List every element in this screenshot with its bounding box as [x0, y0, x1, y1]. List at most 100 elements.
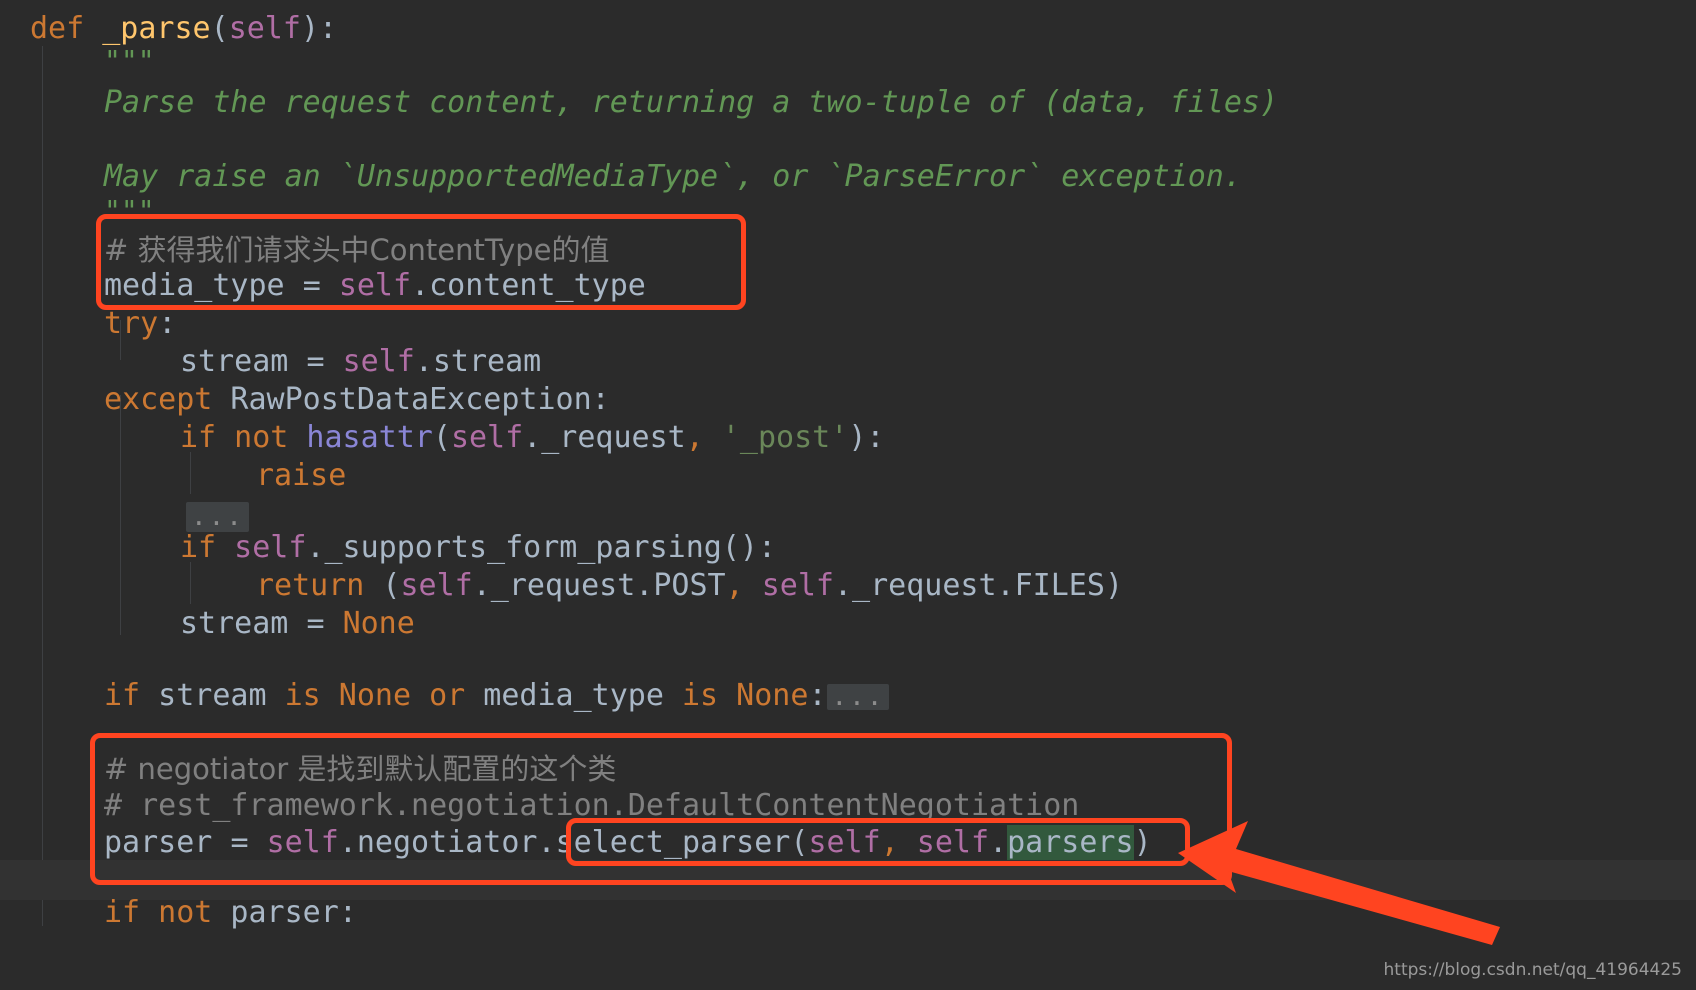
- token-keyword-if: if: [104, 895, 141, 930]
- indent-guide-level-3: [190, 452, 191, 494]
- token-docstring-open: """: [104, 44, 155, 77]
- token-self: self: [342, 344, 415, 379]
- code-line-13[interactable]: raise: [256, 457, 346, 495]
- token-dot-2: .: [989, 825, 1008, 860]
- token-var-parser: parser: [212, 895, 339, 930]
- token-keyword-def: def: [30, 11, 85, 46]
- token-self-1: self: [400, 568, 473, 603]
- token-open-paren: (: [432, 420, 451, 455]
- token-keyword-or: or: [411, 678, 466, 713]
- token-keyword-none-1: None: [320, 678, 412, 713]
- token-open-paren: (: [790, 825, 809, 860]
- code-line-24[interactable]: if not parser:: [104, 894, 357, 932]
- token-comma: ,: [880, 825, 899, 860]
- token-attr-request-files: ._request.FILES: [834, 568, 1105, 603]
- token-open-paren: (: [210, 11, 229, 46]
- token-self-2: self: [808, 825, 881, 860]
- code-line-7-comment[interactable]: # 获得我们请求头中ContentType的值: [104, 231, 609, 269]
- token-close-paren: ): [300, 11, 319, 46]
- code-line-2[interactable]: """: [104, 42, 155, 80]
- token-attr-negotiator: .negotiator: [338, 825, 538, 860]
- token-comma: ,: [685, 420, 704, 455]
- token-self: self: [216, 530, 307, 565]
- token-keyword-try: try: [104, 306, 159, 341]
- token-colon: :: [757, 530, 777, 565]
- token-docstring-close: """: [104, 194, 155, 227]
- token-var-parser: parser: [104, 825, 231, 860]
- token-self: self: [338, 268, 412, 303]
- token-close-paren: ): [1104, 568, 1123, 603]
- token-keyword-not: not: [216, 420, 289, 455]
- token-keyword-none-2: None: [718, 678, 809, 713]
- token-search-highlight-parsers: parsers: [1007, 825, 1134, 860]
- token-dot: .: [537, 825, 556, 860]
- token-keyword-none: None: [342, 606, 415, 641]
- code-editor-surface[interactable]: def _parse(self): """ Parse the request …: [0, 0, 1696, 990]
- code-line-19[interactable]: if stream is None or media_type is None:…: [104, 677, 890, 715]
- token-call-select-parser: select_parser: [555, 825, 791, 860]
- code-line-11[interactable]: except RawPostDataException:: [104, 381, 610, 419]
- token-exception-name: RawPostDataException: [212, 382, 592, 417]
- code-line-1[interactable]: def _parse(self):: [30, 10, 337, 48]
- indent-guide-level-2b: [120, 395, 121, 635]
- token-var-stream: stream: [180, 606, 307, 641]
- token-colon: :: [866, 420, 885, 455]
- code-line-21-comment[interactable]: # negotiator 是找到默认配置的这个类: [104, 750, 616, 788]
- token-comma: ,: [725, 568, 744, 603]
- token-attr-request: ._request: [523, 420, 686, 455]
- token-colon: :: [591, 382, 610, 417]
- token-attr-stream: .stream: [414, 344, 542, 379]
- token-string-post: '_post': [703, 420, 849, 455]
- token-keyword-raise: raise: [256, 458, 347, 493]
- token-equals: =: [306, 344, 343, 379]
- token-keyword-is-1: is: [284, 678, 321, 713]
- code-line-17[interactable]: stream = None: [180, 605, 415, 643]
- code-line-22-comment[interactable]: # rest_framework.negotiation.DefaultCont…: [104, 787, 1079, 825]
- token-var-media-type: media_type: [104, 268, 303, 303]
- fold-ellipsis-icon-2[interactable]: ...: [826, 683, 890, 710]
- token-colon: :: [338, 895, 357, 930]
- code-line-9[interactable]: try:: [104, 305, 176, 343]
- token-self-2: self: [743, 568, 834, 603]
- code-line-3[interactable]: Parse the request content, returning a t…: [104, 84, 1278, 122]
- token-keyword-is-2: is: [682, 678, 719, 713]
- fold-ellipsis-icon[interactable]: ...: [186, 501, 249, 532]
- code-line-5[interactable]: May raise an `UnsupportedMediaType`, or …: [104, 158, 1242, 196]
- indent-guide-level-3b: [190, 562, 191, 604]
- token-self: self: [228, 11, 301, 46]
- token-equals: =: [306, 606, 343, 641]
- token-builtin-hasattr: hasattr: [288, 420, 433, 455]
- token-keyword-if: if: [180, 420, 217, 455]
- code-line-12[interactable]: if not hasattr(self._request, '_post'):: [180, 419, 884, 457]
- token-open-paren: (: [364, 568, 401, 603]
- token-close-paren: ): [1133, 825, 1152, 860]
- token-keyword-if: if: [104, 678, 141, 713]
- token-self-1: self: [266, 825, 339, 860]
- token-colon: :: [158, 306, 177, 341]
- token-attr-request-post: ._request.POST: [472, 568, 726, 603]
- token-equals: =: [302, 268, 339, 303]
- code-editor-screenshot: def _parse(self): """ Parse the request …: [0, 0, 1696, 990]
- token-attr-content-type: .content_type: [411, 268, 646, 303]
- token-colon: :: [319, 11, 338, 46]
- token-colon: :: [808, 678, 827, 713]
- code-line-6[interactable]: """: [104, 192, 155, 230]
- token-keyword-not: not: [140, 895, 213, 930]
- token-self: self: [450, 420, 524, 455]
- code-line-16[interactable]: return (self._request.POST, self._reques…: [256, 567, 1123, 605]
- token-function-name: _parse: [84, 11, 211, 46]
- code-line-8[interactable]: media_type = self.content_type: [104, 267, 646, 305]
- indent-guide-level-1: [42, 46, 43, 926]
- token-close-paren: ): [848, 420, 867, 455]
- code-line-23[interactable]: parser = self.negotiator.select_parser(s…: [104, 824, 1152, 862]
- token-var-stream: stream: [180, 344, 307, 379]
- token-keyword-return: return: [256, 568, 365, 603]
- token-self-3: self: [898, 825, 990, 860]
- token-keyword-except: except: [104, 382, 213, 417]
- token-var-media-type: media_type: [465, 678, 682, 713]
- watermark-url: https://blog.csdn.net/qq_41964425: [1383, 960, 1682, 980]
- token-call-supports-form-parsing: ._supports_form_parsing(): [306, 530, 758, 565]
- code-line-10[interactable]: stream = self.stream: [180, 343, 541, 381]
- token-keyword-if: if: [180, 530, 217, 565]
- code-line-15[interactable]: if self._supports_form_parsing():: [180, 529, 776, 567]
